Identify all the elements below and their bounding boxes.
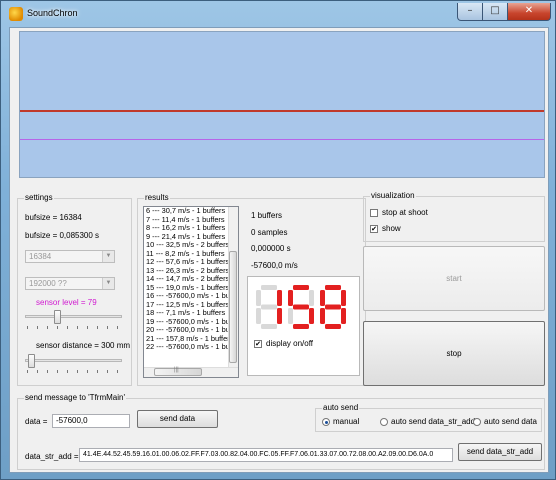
- send-data-str-add-button[interactable]: send data_str_add: [458, 443, 542, 461]
- digit-segment: [309, 290, 314, 306]
- signal-plot: [19, 31, 545, 178]
- digit-segment: [341, 290, 346, 306]
- manual-radio-label: manual: [333, 417, 360, 426]
- visualization-group: visualization stop at shoot ✔ show: [363, 191, 545, 242]
- close-button[interactable]: ✕: [507, 3, 551, 21]
- results-list[interactable]: 6 --- 30,7 m/s - 1 buffers 7 --- 11,4 m/s…: [143, 206, 239, 378]
- checkmark-icon: ✔: [255, 340, 261, 348]
- visualization-title: visualization: [370, 191, 416, 200]
- digit-segment: [288, 308, 293, 324]
- speed-readout: -57600,0 m/s: [251, 261, 298, 270]
- digit-segment: [277, 308, 282, 324]
- stop-button[interactable]: stop: [363, 321, 545, 386]
- digit-segment: [293, 285, 309, 290]
- sensor-level-slider-track[interactable]: [25, 315, 122, 318]
- signal-line: [20, 110, 544, 112]
- sensor-level-slider-thumb[interactable]: [54, 310, 61, 324]
- send-message-title: send message to 'TfrmMain': [24, 393, 126, 402]
- sensor-level-line: [20, 139, 544, 140]
- sensor-distance-label: sensor distance = 300 mm: [36, 341, 131, 350]
- digit-segment: [341, 308, 346, 324]
- auto-send-data-str-add-radio[interactable]: [380, 418, 388, 426]
- display-checkbox-label: display on/off: [266, 339, 313, 348]
- seven-segment-panel: ✔ display on/off: [247, 276, 360, 376]
- grip-icon: |||: [174, 367, 179, 373]
- sensor-level-label: sensor level = 79: [36, 298, 97, 307]
- digit-segment: [256, 290, 261, 306]
- digit-segment: [288, 290, 293, 306]
- results-horizontal-scrollbar-thumb[interactable]: |||: [154, 367, 202, 376]
- results-group: results 6 --- 30,7 m/s - 1 buffers 7 --- …: [137, 193, 366, 386]
- display-checkbox[interactable]: ✔: [254, 340, 262, 348]
- digit-segment: [325, 324, 341, 329]
- sensor-level-slider-ticks: [27, 326, 122, 329]
- show-label: show: [382, 224, 401, 233]
- results-horizontal-scrollbar[interactable]: |||: [144, 367, 238, 377]
- manual-radio[interactable]: [322, 418, 330, 426]
- settings-title: settings: [24, 193, 54, 202]
- digit-segment: [320, 290, 325, 306]
- sample-rate-select[interactable]: 192000 ?? ▼: [25, 277, 115, 290]
- settings-group: settings bufsize = 16384 bufsize = 0,085…: [17, 193, 132, 386]
- samples-readout: 0 samples: [251, 228, 288, 237]
- auto-send-data-label: auto send data: [484, 417, 537, 426]
- send-message-group: send message to 'TfrmMain' data = -57600…: [17, 393, 545, 470]
- chevron-down-icon: ▼: [102, 251, 114, 262]
- window-frame: SoundChron – □ ✕ settings bufsize = 1638…: [0, 0, 556, 480]
- auto-send-title: auto send: [322, 403, 360, 412]
- app-icon: [9, 7, 23, 21]
- window-title: SoundChron: [27, 8, 78, 18]
- results-items: 6 --- 30,7 m/s - 1 buffers 7 --- 11,4 m/s…: [144, 207, 238, 352]
- client-area: settings bufsize = 16384 bufsize = 0,085…: [9, 27, 549, 473]
- results-vertical-scrollbar-thumb[interactable]: [229, 251, 237, 363]
- bufsize-select-value: 16384: [29, 252, 52, 261]
- auto-send-group: auto send manual auto send data_str_add …: [315, 403, 542, 432]
- show-checkbox[interactable]: ✔: [370, 225, 378, 233]
- list-item[interactable]: 22 --- -57600,0 m/s - 1 buf: [144, 342, 238, 352]
- sensor-distance-slider-ticks: [27, 370, 122, 373]
- maximize-button[interactable]: □: [482, 3, 508, 21]
- data-str-add-input[interactable]: 41.4E.44.52.45.59.16.01.00.06.02.FF.F7.0…: [79, 448, 453, 462]
- digit-segment: [256, 308, 261, 324]
- stop-at-shoot-checkbox[interactable]: [370, 209, 378, 217]
- send-data-button[interactable]: send data: [137, 410, 218, 428]
- digit-segment: [325, 285, 341, 290]
- chevron-down-icon: ▼: [102, 278, 114, 289]
- auto-send-data-str-add-label: auto send data_str_add: [391, 417, 476, 426]
- digit-segment: [261, 324, 277, 329]
- sensor-distance-slider-thumb[interactable]: [28, 354, 35, 368]
- results-vertical-scrollbar[interactable]: [228, 207, 238, 368]
- start-button[interactable]: start: [363, 246, 545, 311]
- title-bar[interactable]: SoundChron – □ ✕: [2, 2, 556, 26]
- auto-send-data-radio[interactable]: [473, 418, 481, 426]
- bufsize-seconds-label: bufsize = 0,085300 s: [25, 231, 100, 240]
- digit-segment: [277, 290, 282, 306]
- seconds-readout: 0,000000 s: [251, 244, 291, 253]
- data-input[interactable]: -57600,0: [52, 414, 130, 428]
- minimize-button[interactable]: –: [457, 3, 483, 21]
- digit-segment: [320, 308, 325, 324]
- digit-segment: [261, 285, 277, 290]
- bufsize-select[interactable]: 16384 ▼: [25, 250, 115, 263]
- sample-rate-select-value: 192000 ??: [29, 279, 67, 288]
- buffers-readout: 1 buffers: [251, 211, 282, 220]
- digit-segment: [261, 304, 277, 310]
- stop-at-shoot-label: stop at shoot: [382, 208, 428, 217]
- results-title: results: [144, 193, 170, 202]
- digit-segment: [293, 304, 309, 310]
- digit-segment: [293, 324, 309, 329]
- digit-segment: [325, 304, 341, 310]
- seven-segment-display: [256, 285, 346, 329]
- sensor-distance-slider-track[interactable]: [25, 359, 122, 362]
- digit-segment: [309, 308, 314, 324]
- checkmark-icon: ✔: [371, 225, 377, 233]
- bufsize-label: bufsize = 16384: [25, 213, 82, 222]
- data-str-add-label: data_str_add =: [25, 452, 79, 461]
- data-label: data =: [25, 417, 48, 426]
